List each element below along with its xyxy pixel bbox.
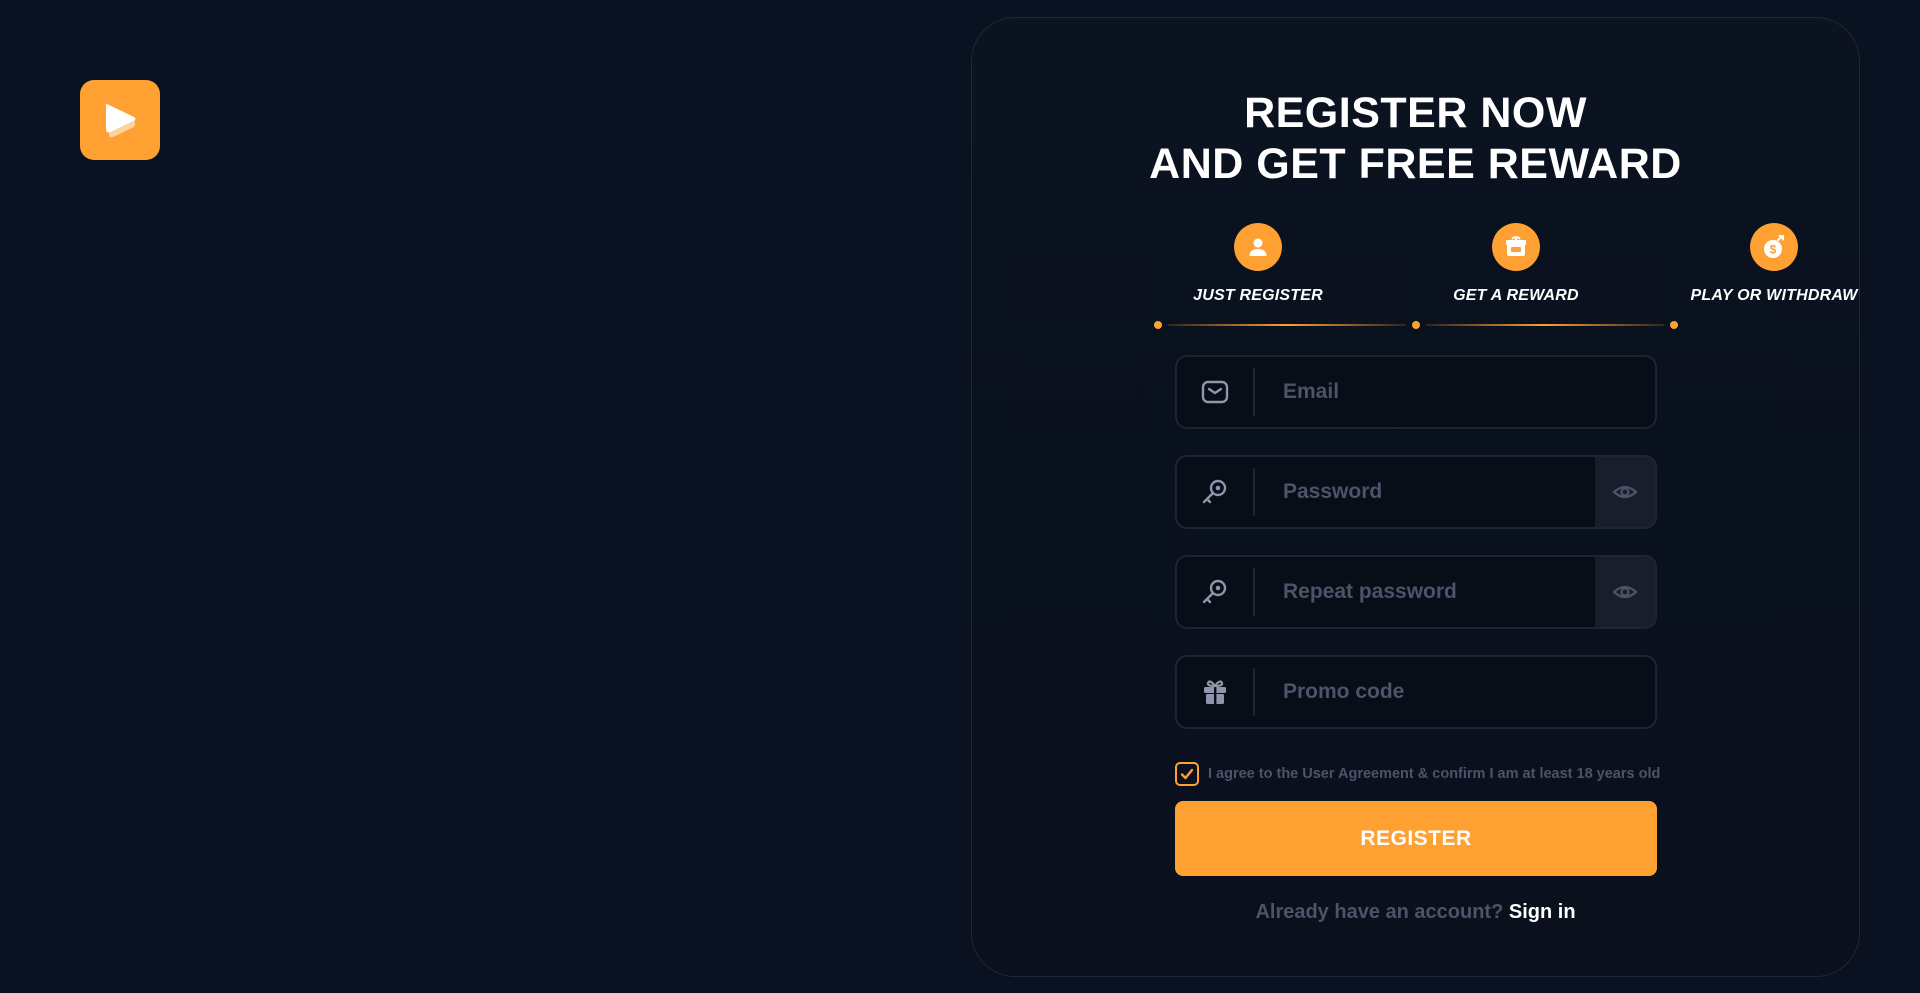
step-label: PLAY OR WITHDRAW: [1690, 287, 1858, 304]
money-bag-icon: $: [1764, 235, 1784, 258]
gift-icon: [1204, 680, 1226, 704]
progress-segment: [1426, 324, 1664, 326]
repeat-password-field[interactable]: [1175, 555, 1657, 629]
progress-segment: [1168, 324, 1406, 326]
email-input[interactable]: [1255, 357, 1655, 427]
agreement-checkbox[interactable]: [1175, 762, 1199, 786]
title-line-2: AND GET FREE REWARD: [1149, 140, 1682, 188]
have-account-text: Already have an account?: [1255, 901, 1504, 923]
progress-dot: [1670, 321, 1678, 329]
agreement-row: I agree to the User Agreement & confirm …: [1175, 762, 1660, 786]
promo-code-input[interactable]: [1255, 657, 1655, 727]
email-field[interactable]: [1175, 355, 1657, 429]
register-panel: REGISTER NOW AND GET FREE REWARD JUST RE…: [971, 17, 1860, 977]
eye-icon: [1612, 485, 1638, 499]
brand-logo[interactable]: [80, 80, 160, 160]
promo-code-field[interactable]: [1175, 655, 1657, 729]
signin-link[interactable]: Sign in: [1509, 901, 1576, 923]
step-just-register: JUST REGISTER: [1158, 223, 1358, 305]
step-label: GET A REWARD: [1453, 287, 1579, 304]
play-icon: [106, 103, 136, 138]
mail-icon: [1201, 380, 1229, 404]
agreement-text: I agree to the User Agreement & confirm …: [1208, 766, 1661, 782]
step-get-reward: GET A REWARD: [1416, 223, 1616, 305]
progress-dot: [1412, 321, 1420, 329]
register-title: REGISTER NOW AND GET FREE REWARD: [972, 88, 1859, 190]
password-input[interactable]: [1255, 457, 1595, 527]
eye-icon: [1612, 585, 1638, 599]
progress-dot: [1154, 321, 1162, 329]
check-icon: [1180, 768, 1194, 780]
step-label: JUST REGISTER: [1193, 287, 1323, 304]
steps-progress-track: [972, 319, 1859, 331]
user-icon: [1249, 238, 1267, 256]
password-field[interactable]: [1175, 455, 1657, 529]
gift-box-icon: [1506, 236, 1526, 256]
show-repeat-password-toggle[interactable]: [1595, 557, 1655, 627]
title-line-1: REGISTER NOW: [1244, 89, 1587, 137]
key-icon: [1202, 579, 1227, 604]
repeat-password-input[interactable]: [1255, 557, 1595, 627]
signin-row: Already have an account? Sign in: [972, 901, 1859, 924]
register-button[interactable]: REGISTER: [1175, 801, 1657, 876]
svg-text:$: $: [1770, 243, 1777, 257]
step-play-withdraw: $ PLAY OR WITHDRAW: [1674, 223, 1874, 305]
key-icon: [1202, 479, 1227, 504]
show-password-toggle[interactable]: [1595, 457, 1655, 527]
